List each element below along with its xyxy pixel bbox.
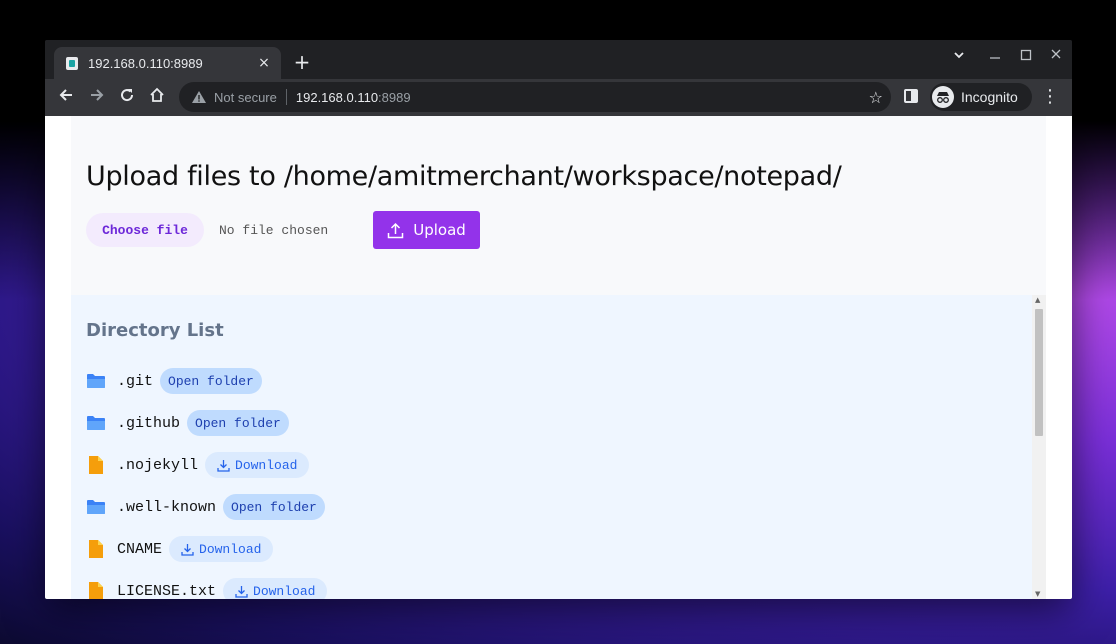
download-icon xyxy=(181,543,194,556)
warning-icon xyxy=(192,91,206,103)
browser-menu-icon[interactable]: ⋮ xyxy=(1041,87,1059,107)
upload-button[interactable]: Upload xyxy=(373,211,480,249)
download-button[interactable]: Download xyxy=(205,452,310,478)
download-button[interactable]: Download xyxy=(223,578,328,599)
new-tab-button[interactable]: + xyxy=(292,50,312,74)
file-icon xyxy=(89,582,103,599)
window-close-icon[interactable] xyxy=(1046,48,1066,66)
directory-list: .git Open folder .github Open folder .no… xyxy=(86,360,328,600)
list-item: CNAME Download xyxy=(86,528,327,570)
url-port: :8989 xyxy=(378,89,411,105)
directory-title: Directory List xyxy=(86,320,224,341)
maximize-icon[interactable] xyxy=(1016,48,1036,66)
forward-icon[interactable] xyxy=(86,87,108,109)
list-item: .github Open folder xyxy=(86,402,327,444)
download-icon xyxy=(235,585,248,598)
scroll-thumb[interactable] xyxy=(1035,309,1043,436)
download-label: Download xyxy=(235,457,298,473)
item-name: .well-known xyxy=(117,498,217,516)
url-host: 192.168.0.110 xyxy=(295,89,379,105)
favicon-icon xyxy=(66,56,78,70)
download-label: Download xyxy=(199,541,262,557)
list-item: .nojekyll Download xyxy=(86,444,327,486)
upload-section: Upload files to /home/amitmerchant/works… xyxy=(71,116,1046,295)
scrollbar[interactable]: ▲ ▼ xyxy=(1032,295,1046,599)
incognito-badge[interactable]: Incognito xyxy=(930,83,1032,111)
scroll-up-icon[interactable]: ▲ xyxy=(1035,296,1040,304)
tab-title: 192.168.0.110:8989 xyxy=(88,55,203,71)
bookmark-star-icon[interactable]: ☆ xyxy=(869,88,883,107)
minimize-icon[interactable] xyxy=(985,48,1005,66)
file-icon xyxy=(89,456,103,474)
back-icon[interactable] xyxy=(55,87,77,109)
incognito-icon xyxy=(932,86,954,108)
scroll-down-icon[interactable]: ▼ xyxy=(1035,590,1040,598)
item-name: .github xyxy=(117,414,181,432)
home-icon[interactable] xyxy=(146,87,168,109)
reload-icon[interactable] xyxy=(116,87,138,109)
open-folder-button[interactable]: Open folder xyxy=(187,410,289,436)
folder-icon xyxy=(87,500,105,514)
file-status-text: No file chosen xyxy=(219,223,329,238)
list-item: LICENSE.txt Download xyxy=(86,570,328,600)
directory-section: Directory List .git Open folder .github … xyxy=(71,295,1032,599)
download-label: Download xyxy=(253,583,316,599)
tab-search-icon[interactable] xyxy=(949,48,969,66)
download-button[interactable]: Download xyxy=(169,536,274,562)
open-folder-button[interactable]: Open folder xyxy=(160,368,262,394)
close-tab-icon[interactable]: × xyxy=(256,55,272,71)
open-folder-button[interactable]: Open folder xyxy=(223,494,325,520)
browser-window: 192.168.0.110:8989 × + Not secure 192.16… xyxy=(45,40,1072,599)
list-item: .git Open folder xyxy=(86,360,327,402)
address-bar[interactable]: Not secure 192.168.0.110:8989 ☆ xyxy=(179,82,891,112)
security-label: Not secure xyxy=(214,89,277,105)
download-icon xyxy=(217,459,230,472)
tab-strip: 192.168.0.110:8989 × + xyxy=(45,40,1072,79)
folder-icon xyxy=(87,374,105,388)
file-icon xyxy=(89,540,103,558)
side-panel-icon[interactable] xyxy=(904,89,918,103)
item-name: LICENSE.txt xyxy=(117,582,217,600)
list-item: .well-known Open folder xyxy=(86,486,327,528)
tab-active[interactable]: 192.168.0.110:8989 × xyxy=(54,47,281,79)
upload-icon xyxy=(387,222,404,238)
item-name: .git xyxy=(117,372,154,390)
folder-icon xyxy=(87,416,105,430)
browser-toolbar: Not secure 192.168.0.110:8989 ☆ Incognit… xyxy=(45,79,1072,116)
item-name: .nojekyll xyxy=(117,456,199,474)
omnibox-divider xyxy=(285,89,287,105)
item-name: CNAME xyxy=(117,540,163,558)
page-content: Upload files to /home/amitmerchant/works… xyxy=(45,116,1072,599)
upload-label: Upload xyxy=(413,221,466,239)
choose-file-button[interactable]: Choose file xyxy=(86,213,204,247)
incognito-label: Incognito xyxy=(961,89,1018,105)
page-title: Upload files to /home/amitmerchant/works… xyxy=(86,161,842,192)
